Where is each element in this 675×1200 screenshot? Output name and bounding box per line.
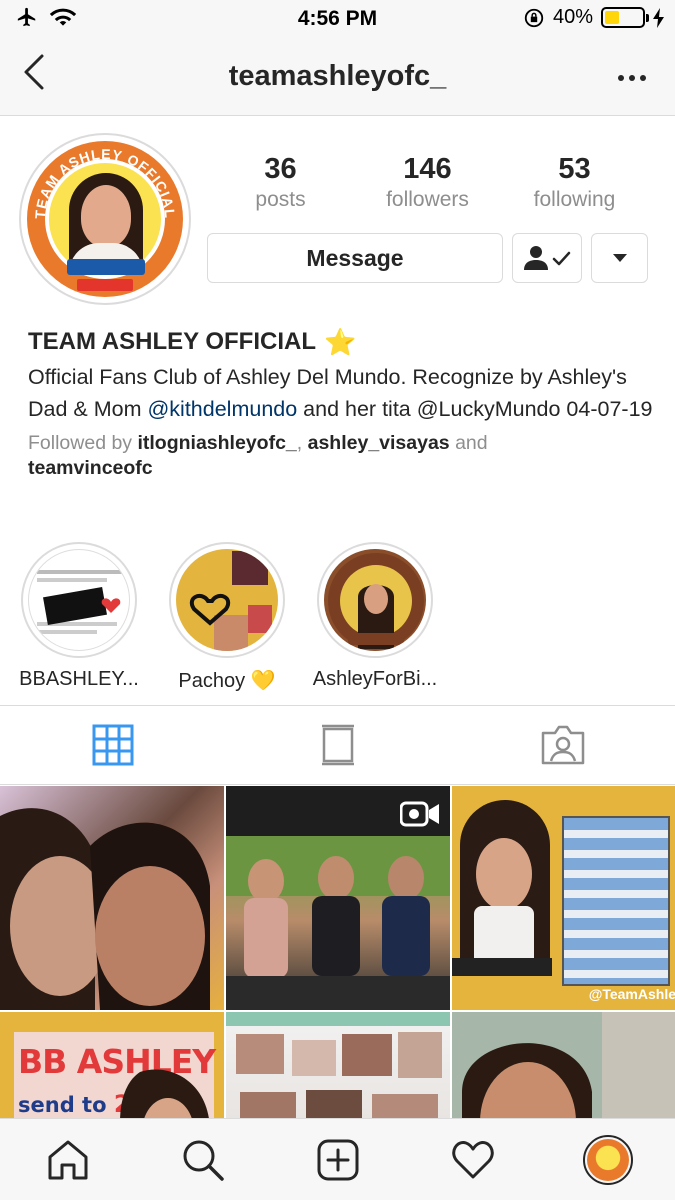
- followed-by-user-3[interactable]: teamvinceofc: [28, 457, 153, 479]
- highlight-ring: [21, 542, 137, 658]
- highlight-cover-art: [328, 553, 424, 649]
- stat-following-label: following: [533, 188, 616, 211]
- highlight-label: AshleyForBi...: [312, 668, 438, 690]
- caret-down-icon: [612, 254, 627, 262]
- highlight-ring: [317, 542, 433, 658]
- stat-following-value: 53: [558, 153, 591, 185]
- highlight-label: Pachoy 💛: [178, 670, 276, 692]
- followed-by-sep: ,: [296, 432, 308, 454]
- profile-avatar[interactable]: TEAM ASHLEY OFFICIAL: [19, 133, 191, 305]
- highlight-item[interactable]: AshleyForBi...: [310, 542, 440, 693]
- grid-icon: [92, 724, 133, 766]
- followed-by-user-1[interactable]: itlogniashleyofc_: [137, 432, 296, 454]
- highlight-cover-art: [189, 551, 272, 651]
- followed-by[interactable]: Followed by itlogniashleyofc_, ashley_vi…: [28, 431, 658, 481]
- more-horizontal-icon: [618, 75, 646, 81]
- bio-text: Official Fans Club of Ashley Del Mundo. …: [28, 361, 658, 425]
- tab-grid[interactable]: [0, 706, 225, 784]
- battery-fill: [605, 11, 620, 24]
- video-icon: [400, 801, 439, 827]
- tab-home[interactable]: [0, 1119, 135, 1200]
- bottom-tab-bar: [0, 1118, 675, 1200]
- stat-posts[interactable]: 36 posts: [207, 152, 354, 214]
- charging-icon: [653, 7, 664, 28]
- followed-by-prefix: Followed by: [28, 432, 138, 454]
- avatar-banner: [67, 259, 145, 275]
- stat-following[interactable]: 53 following: [501, 152, 648, 214]
- post-portrait-face: [452, 838, 552, 976]
- highlight-item[interactable]: Pachoy 💛: [162, 542, 292, 693]
- tagged-icon: [541, 725, 584, 765]
- post-thumbnail[interactable]: [0, 786, 224, 1010]
- avatar-est-ribbon: [77, 279, 133, 291]
- highlight-cover: [28, 549, 130, 651]
- stat-posts-value: 36: [264, 153, 297, 185]
- star-emoji-icon: ⭐: [324, 327, 357, 357]
- profile-name-row: TEAM ASHLEY OFFICIAL ⭐: [28, 325, 658, 359]
- avatar-face: [81, 185, 131, 247]
- highlight-cover: [176, 549, 278, 651]
- more-button[interactable]: [617, 56, 647, 88]
- highlight-item[interactable]: BBASHLEY...: [14, 542, 144, 693]
- post-thumbnail[interactable]: @TeamAshle: [452, 786, 675, 1010]
- mention-link-kithdelmundo[interactable]: @kithdelmundo: [147, 397, 297, 421]
- tab-tagged[interactable]: [450, 706, 675, 784]
- suggestions-dropdown-button[interactable]: [591, 233, 648, 283]
- following-check-icon: [524, 246, 571, 270]
- heart-icon: [451, 1140, 494, 1178]
- home-icon: [48, 1140, 87, 1179]
- highlight-ring: [169, 542, 285, 658]
- followed-by-user-2[interactable]: ashley_visayas: [308, 432, 450, 454]
- stat-posts-label: posts: [255, 188, 306, 211]
- highlight-label: BBASHLEY...: [19, 668, 139, 690]
- bio-text-part2: and her tita @LuckyMundo 04-07-19: [297, 397, 653, 421]
- tab-add-post[interactable]: [270, 1119, 405, 1200]
- add-post-icon: [317, 1139, 358, 1180]
- highlight-cover-art: [37, 570, 125, 634]
- profile-avatar-small-image: [586, 1138, 629, 1181]
- avatar-image: TEAM ASHLEY OFFICIAL: [27, 141, 183, 297]
- stat-followers[interactable]: 146 followers: [354, 152, 501, 214]
- stat-followers-value: 146: [403, 153, 452, 185]
- page-title: teamashleyofc_: [228, 60, 447, 92]
- status-right: 40%: [523, 6, 665, 29]
- profile-bio: TEAM ASHLEY OFFICIAL ⭐ Official Fans Clu…: [28, 325, 658, 481]
- igtv-icon: [321, 724, 354, 766]
- battery-percent: 40%: [552, 6, 593, 28]
- search-icon: [183, 1140, 224, 1181]
- battery-icon: [601, 7, 649, 28]
- orientation-lock-icon: [524, 8, 544, 27]
- story-highlights: BBASHLEY... Pachoy 💛 AshleyForBi...: [14, 542, 440, 693]
- message-button[interactable]: Message: [207, 233, 503, 283]
- stat-followers-label: followers: [386, 188, 469, 211]
- tab-search[interactable]: [135, 1119, 270, 1200]
- following-button[interactable]: [512, 233, 582, 283]
- profile-tabs: [0, 705, 675, 785]
- post-image: [0, 808, 210, 1010]
- profile-stats: 36 posts 146 followers 53 following: [207, 152, 648, 214]
- post-thumbnail[interactable]: [226, 786, 450, 1010]
- followed-by-and: and: [449, 432, 488, 454]
- tab-profile[interactable]: [540, 1119, 675, 1200]
- post-watermark: @TeamAshle: [588, 986, 675, 1002]
- tab-igtv[interactable]: [225, 706, 450, 784]
- highlight-cover: [324, 549, 426, 651]
- status-bar: 4:56 PM 40%: [0, 0, 675, 38]
- profile-name: TEAM ASHLEY OFFICIAL: [28, 328, 316, 355]
- nav-header: teamashleyofc_: [0, 38, 675, 116]
- tab-activity[interactable]: [405, 1119, 540, 1200]
- profile-avatar-small: [582, 1134, 633, 1185]
